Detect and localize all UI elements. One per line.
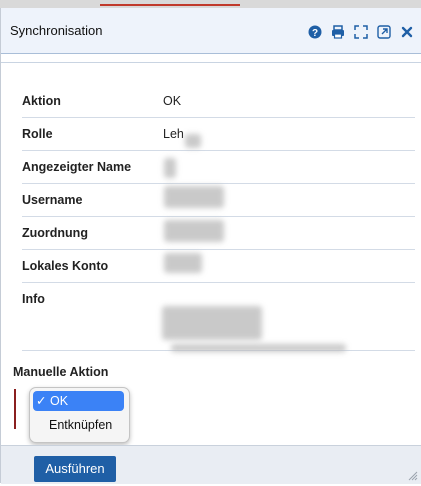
field-row-rolle: Rolle Leh [22,117,415,151]
field-row-lokales-konto: Lokales Konto [22,249,415,283]
field-label: Username [22,193,83,207]
dialog-title: Synchronisation [10,23,103,38]
popout-icon[interactable] [377,25,391,39]
dialog-footer: Ausführen [1,445,421,484]
resize-grip-icon[interactable] [406,468,418,481]
manual-action-label: Manuelle Aktion [13,365,109,379]
top-accent-line [100,4,240,6]
manual-action-select[interactable] [14,389,16,429]
check-icon: ✓ [36,394,47,408]
svg-text:?: ? [312,28,318,39]
titlebar-icons: ? [308,25,414,39]
synchronisation-dialog: Synchronisation ? Aktion OK Rolle Leh An… [0,8,421,484]
close-icon[interactable] [400,25,414,39]
window-top-strip [0,0,421,8]
expand-icon[interactable] [354,25,368,39]
field-label: Rolle [22,127,53,141]
option-ok-label: OK [49,394,69,408]
field-value: Leh [163,127,184,141]
redacted-name [164,158,176,178]
redacted-info-line [171,344,346,352]
manual-action-dropdown: ✓ OK Entknüpfen [29,387,130,443]
redacted-rolle [185,134,201,148]
field-label: Angezeigter Name [22,160,132,174]
field-row-aktion: Aktion OK [22,84,415,118]
redacted-konto [164,253,202,273]
toolbar-separator [1,62,421,63]
print-icon[interactable] [331,25,345,39]
dialog-titlebar: Synchronisation ? [1,8,421,54]
field-value: OK [163,94,182,108]
field-label: Aktion [22,94,61,108]
run-button[interactable]: Ausführen [34,456,116,482]
field-label: Info [22,292,45,306]
help-icon[interactable]: ? [308,25,322,39]
option-ok[interactable]: ✓ OK [33,391,124,411]
option-entknuepfen[interactable]: Entknüpfen [33,415,124,435]
redacted-username [164,186,224,208]
field-label: Zuordnung [22,226,88,240]
field-label: Lokales Konto [22,259,109,273]
redacted-zuordnung [164,220,224,242]
option-entknuepfen-label: Entknüpfen [49,418,113,432]
field-row-angezeigter-name: Angezeigter Name [22,150,415,184]
redacted-info [162,306,262,340]
